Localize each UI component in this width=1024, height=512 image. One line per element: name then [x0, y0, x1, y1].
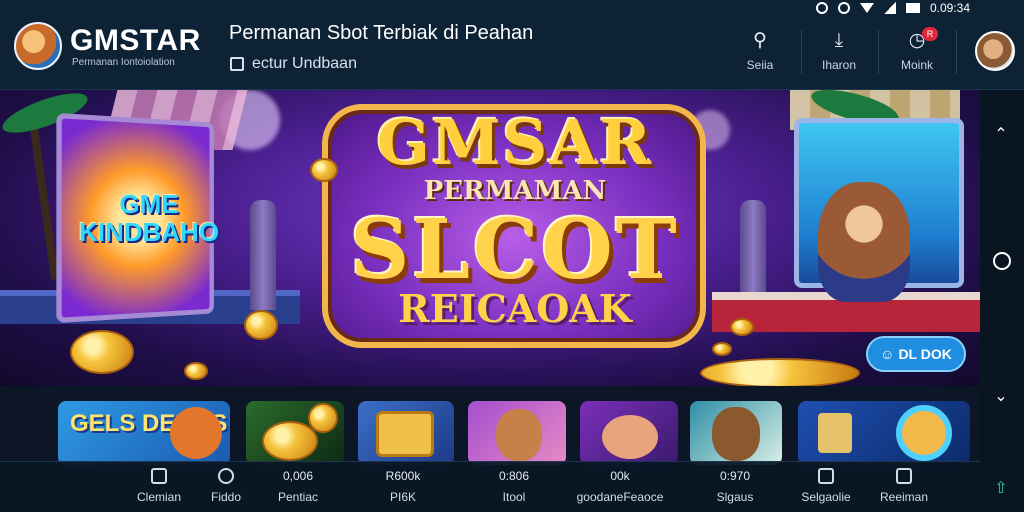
alarm-icon — [816, 2, 828, 14]
nav-notifications-label: Moink — [886, 58, 948, 72]
download-cta-button[interactable]: ☺ DL DOK — [866, 336, 966, 372]
sub-link[interactable]: ectur Undbaan — [230, 55, 357, 73]
treasure-card — [376, 411, 434, 457]
sync-icon — [838, 2, 850, 14]
slot-screen-left-text: GME KINDBAHO — [74, 190, 224, 246]
moon-emblem — [896, 405, 952, 461]
gold-coin — [730, 318, 754, 336]
gauge-icon — [218, 468, 234, 484]
nav-notifications[interactable]: ◷ R Moink — [886, 30, 948, 72]
game-tile[interactable]: GELS DEMES — [58, 401, 230, 465]
pig-character — [602, 415, 658, 459]
game-tile[interactable] — [580, 401, 678, 465]
brand-tagline: Permanan Iontoiolation — [72, 57, 175, 68]
status-bar: 0.09:34 — [816, 0, 970, 16]
nav-divider — [878, 30, 879, 74]
palm-trunk — [29, 120, 59, 280]
bottom-nav-label: Selgaolie — [798, 490, 854, 504]
bottom-nav-item[interactable]: Clemian — [134, 466, 184, 504]
gold-coin — [70, 330, 134, 374]
gold-coin — [700, 358, 860, 386]
banner-main-title: SLCOT — [330, 202, 700, 298]
gold-coin — [262, 421, 318, 461]
brand-name[interactable]: GMSTAR — [70, 24, 201, 58]
fox-character — [170, 407, 222, 459]
game-tile[interactable] — [690, 401, 782, 465]
calendar-icon — [230, 57, 244, 71]
system-nav-bar — [980, 90, 1024, 512]
dog-character — [496, 409, 542, 461]
bottom-nav-label: Slgaus — [710, 490, 760, 504]
sub-link-label: ectur Undbaan — [252, 55, 357, 73]
nav-divider — [801, 30, 802, 74]
chevron-down-icon[interactable]: ⌄ — [990, 386, 1012, 408]
share-icon[interactable]: ⇧ — [990, 478, 1012, 500]
bottom-nav-value: 0:806 — [490, 466, 538, 486]
gold-coin — [308, 403, 338, 433]
lion-character — [712, 407, 760, 461]
bottom-nav-value: 0:970 — [710, 466, 760, 486]
banner-tagline: REICAOAK — [340, 286, 690, 331]
bull-mascot — [818, 182, 910, 302]
cta-label: DL DOK — [898, 346, 951, 362]
bottom-nav-label: Pentiac — [272, 490, 324, 504]
signal-icon — [884, 2, 896, 14]
bottom-nav-label: Fiddo — [206, 490, 246, 504]
nav-divider — [956, 30, 957, 74]
bottom-nav-label: goodaneFeaoce — [570, 490, 670, 504]
notification-icon: ◷ R — [886, 30, 948, 52]
bottom-nav-value: 0,006 — [272, 466, 324, 486]
bottom-nav-item[interactable]: Fiddo — [206, 466, 246, 504]
bottom-nav-item[interactable]: 0:806 Itool — [490, 466, 538, 504]
status-time: 0.09:34 — [930, 1, 970, 15]
bottom-nav-label: Reeiman — [878, 490, 930, 504]
app-header: GMSTAR Permanan Iontoiolation Permanan S… — [0, 0, 1024, 90]
nav-download-label: Iharon — [808, 58, 870, 72]
pillar — [250, 200, 276, 310]
wifi-icon — [860, 3, 874, 13]
bottom-nav-item[interactable]: 0,006 Pentiac — [272, 466, 324, 504]
profile-icon — [896, 468, 912, 484]
phone-card — [818, 413, 852, 453]
bottom-nav-item[interactable]: Selgaolie — [798, 466, 854, 504]
home-icon — [151, 468, 167, 484]
download-icon: ⤓ — [808, 30, 870, 52]
bottom-nav-item[interactable]: 00k goodaneFeaoce — [570, 466, 670, 504]
notification-badge: R — [922, 27, 938, 41]
game-tile[interactable] — [246, 401, 344, 465]
bottom-nav-item[interactable]: Reeiman — [878, 466, 930, 504]
bottom-nav-value: R600k — [378, 466, 428, 486]
nav-search[interactable]: ⚲ Seiia — [729, 30, 791, 72]
bottom-nav-value: 00k — [570, 466, 670, 486]
game-tile[interactable] — [798, 401, 970, 465]
search-icon: ⚲ — [729, 30, 791, 52]
bottom-nav-label: Itool — [490, 490, 538, 504]
chevron-up-icon[interactable]: ⌃ — [990, 124, 1012, 146]
smiley-icon: ☺ — [880, 346, 894, 362]
nav-search-label: Seiia — [729, 58, 791, 72]
gold-coin — [244, 310, 278, 340]
gold-coin — [310, 158, 338, 182]
game-tile[interactable] — [468, 401, 566, 465]
battery-icon — [906, 3, 920, 13]
gold-coin — [184, 362, 208, 380]
page-title: Permanan Sbot Terbiak di Peahan — [229, 22, 533, 45]
gold-coin — [712, 342, 732, 356]
nav-download[interactable]: ⤓ Iharon — [808, 30, 870, 72]
bottom-nav-item[interactable]: 0:970 Slgaus — [710, 466, 760, 504]
bottom-nav-item[interactable]: R600k PI6K — [378, 466, 428, 504]
bottom-nav-label: PI6K — [378, 490, 428, 504]
brand-logo-icon[interactable] — [14, 22, 62, 70]
bottom-nav-label: Clemian — [134, 490, 184, 504]
hero-banner[interactable]: GME KINDBAHO GMSAR PERMAMAN SLCOT REICAO… — [0, 90, 980, 386]
user-avatar[interactable] — [975, 31, 1015, 71]
game-tile[interactable] — [358, 401, 454, 465]
gift-icon — [818, 468, 834, 484]
home-button[interactable] — [993, 252, 1011, 270]
banner-logo: GMSAR — [340, 106, 690, 179]
